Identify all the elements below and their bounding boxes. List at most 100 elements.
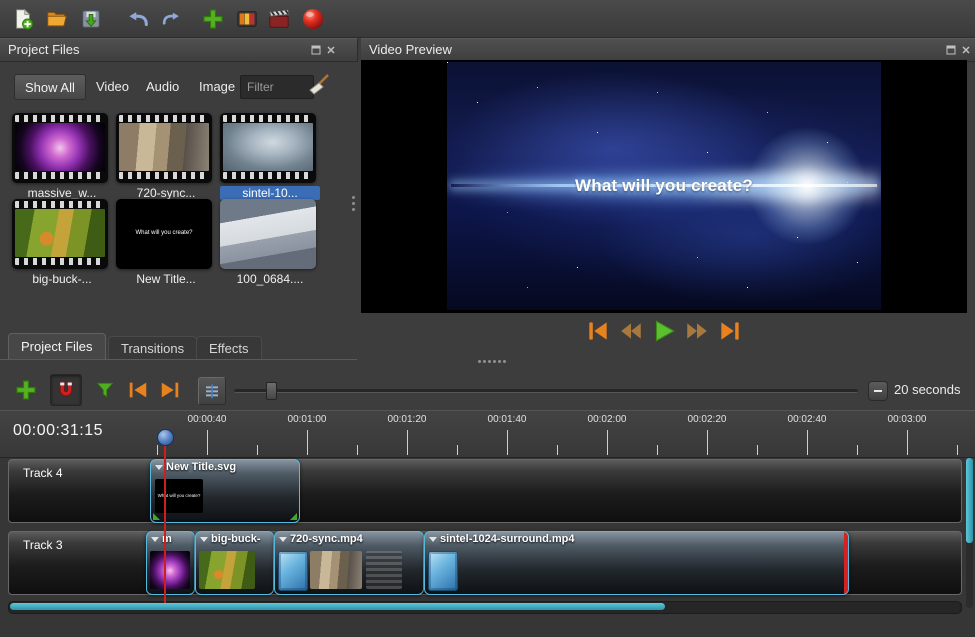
next-marker-button[interactable] — [158, 379, 182, 401]
new-project-icon — [12, 8, 34, 30]
zoom-slider-track[interactable] — [234, 389, 858, 393]
save-project-button[interactable] — [76, 4, 105, 33]
clear-filter-button[interactable] — [306, 72, 336, 102]
film-clip-icon — [428, 551, 458, 591]
clip-menu-icon[interactable] — [200, 537, 208, 542]
filter-input[interactable] — [240, 75, 314, 99]
rewind-button[interactable] — [616, 316, 646, 346]
video-preview-area: What will you create? — [361, 60, 967, 313]
float-panel-icon[interactable] — [310, 44, 322, 56]
timeline-hscrollbar-thumb[interactable] — [10, 603, 665, 610]
panel-splitter-handle[interactable] — [352, 196, 355, 199]
undo-button[interactable] — [124, 4, 153, 33]
clip-title: 720-sync.mp4 — [275, 532, 423, 547]
file-thumbnail — [116, 113, 212, 183]
current-time-display: 00:00:31:15 — [13, 422, 103, 440]
timeline-splitter-handle[interactable] — [478, 360, 481, 363]
tabs-baseline — [0, 359, 357, 360]
file-thumbnail: What will you create? — [116, 199, 212, 269]
file-thumbnail — [220, 113, 316, 183]
undo-icon — [128, 8, 150, 30]
file-item-new-title[interactable]: What will you create? New Title... — [116, 199, 216, 286]
float-preview-icon[interactable] — [945, 44, 957, 56]
play-button[interactable] — [649, 316, 679, 346]
ruler-label: 00:01:00 — [275, 414, 339, 425]
snapping-toggle-button[interactable] — [50, 374, 82, 406]
filter-tab-image[interactable]: Image — [195, 74, 239, 100]
fast-forward-button[interactable] — [682, 316, 712, 346]
clip-resize-grip-right[interactable] — [290, 513, 297, 520]
new-project-button[interactable] — [8, 4, 37, 33]
file-item-big-buck[interactable]: big-buck-... — [12, 199, 112, 286]
add-track-button[interactable] — [12, 376, 40, 404]
ruler-label: 00:01:20 — [375, 414, 439, 425]
ruler-label: 00:02:40 — [775, 414, 839, 425]
file-label: 100_0684.... — [220, 272, 320, 286]
clip-massive[interactable]: m — [146, 531, 195, 595]
title-thumb-text: What will you create? — [135, 230, 192, 237]
zoom-out-button[interactable] — [868, 381, 888, 401]
file-item-100-0684[interactable]: 100_0684.... — [220, 199, 320, 286]
timeline-ruler[interactable]: 00:00:31:15 00:00:40 00:01:00 00:01:20 0… — [0, 410, 975, 458]
close-panel-icon[interactable] — [325, 44, 337, 56]
center-playhead-icon — [204, 383, 220, 399]
import-files-icon — [201, 7, 225, 31]
video-frame: What will you create? — [447, 62, 881, 310]
choose-profile-button[interactable] — [232, 4, 261, 33]
import-files-button[interactable] — [198, 4, 227, 33]
file-item-720-sync[interactable]: 720-sync... — [116, 113, 216, 200]
filter-tab-audio[interactable]: Audio — [142, 74, 183, 100]
previous-marker-button[interactable] — [126, 379, 150, 401]
clip-resize-grip-left[interactable] — [153, 513, 160, 520]
filter-tab-video[interactable]: Video — [92, 74, 133, 100]
clip-trim-edge[interactable] — [844, 532, 848, 594]
openshot-app: Project Files Video Preview Show All Vid… — [0, 0, 975, 637]
ruler-label: 00:01:40 — [475, 414, 539, 425]
add-track-icon — [14, 378, 38, 402]
animated-title-button[interactable] — [298, 4, 327, 33]
timeline-hscrollbar[interactable] — [8, 601, 962, 614]
open-project-button[interactable] — [42, 4, 71, 33]
close-preview-icon[interactable] — [960, 44, 972, 56]
clip-menu-icon[interactable] — [155, 465, 163, 470]
playhead-line — [164, 443, 166, 603]
open-project-icon — [46, 8, 68, 30]
playhead-marker[interactable] — [157, 429, 174, 446]
file-item-massive[interactable]: massive_w... — [12, 113, 112, 200]
center-playhead-button[interactable] — [198, 377, 226, 405]
next-marker-icon — [158, 379, 182, 401]
ruler-label: 00:00:40 — [175, 414, 239, 425]
tab-transitions[interactable]: Transitions — [108, 336, 197, 360]
clip-menu-icon[interactable] — [279, 537, 287, 542]
jump-end-icon — [717, 318, 743, 344]
fast-forward-icon — [684, 318, 710, 344]
clip-sintel[interactable]: sintel-1024-surround.mp4 — [424, 531, 849, 595]
clip-720-sync[interactable]: 720-sync.mp4 — [274, 531, 424, 595]
clip-menu-icon[interactable] — [429, 537, 437, 542]
clip-new-title-svg[interactable]: New Title.svg What will you create? — [150, 459, 300, 523]
filter-tab-show-all[interactable]: Show All — [14, 74, 86, 100]
zoom-scale-label[interactable]: 20 seconds — [894, 377, 961, 403]
clip-menu-icon[interactable] — [151, 537, 159, 542]
zoom-slider-handle[interactable] — [266, 382, 277, 400]
track-4-label: Track 4 — [23, 466, 63, 480]
file-thumbnail — [12, 113, 108, 183]
film-clip-icon — [278, 551, 308, 591]
file-item-sintel[interactable]: sintel-10... — [220, 113, 320, 200]
tab-project-files[interactable]: Project Files — [8, 333, 106, 360]
clip-big-buck[interactable]: big-buck- — [195, 531, 274, 595]
tab-effects[interactable]: Effects — [196, 336, 262, 360]
file-thumbnail — [220, 199, 316, 269]
redo-button[interactable] — [156, 4, 185, 33]
minus-icon — [874, 390, 882, 392]
jump-start-button[interactable] — [583, 316, 613, 346]
export-video-button[interactable] — [264, 4, 293, 33]
timeline-vscrollbar[interactable] — [966, 458, 973, 608]
jump-end-button[interactable] — [715, 316, 745, 346]
file-label: massive_w... — [12, 186, 112, 200]
timeline-panel: 00:00:31:15 00:00:40 00:01:00 00:01:20 0… — [0, 410, 975, 637]
timeline-vscrollbar-thumb[interactable] — [966, 458, 973, 543]
redo-icon — [161, 9, 180, 28]
file-label: big-buck-... — [12, 272, 112, 286]
add-marker-button[interactable] — [94, 379, 116, 401]
